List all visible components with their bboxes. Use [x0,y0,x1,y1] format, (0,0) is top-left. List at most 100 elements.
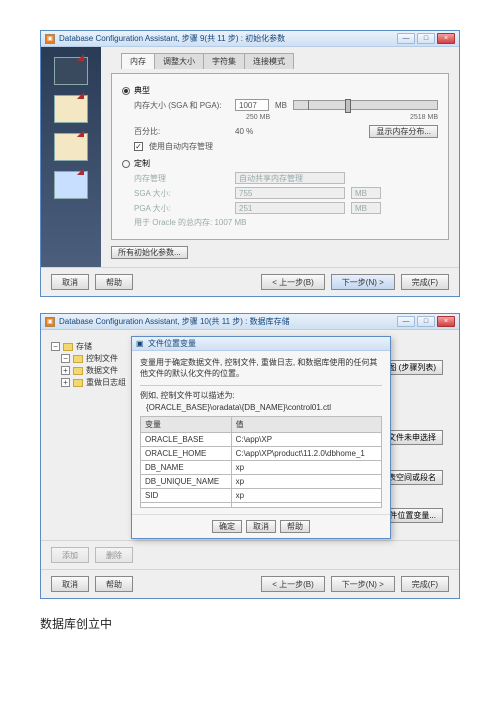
tree-label: 重做日志组 [86,377,126,388]
dbca-window-step9: ▣ Database Configuration Assistant, 步骤 9… [40,30,460,297]
tree-label: 控制文件 [86,353,118,364]
table-row: DB_UNIQUE_NAMExp [141,475,382,489]
var-name: ORACLE_BASE [141,433,232,447]
back-button[interactable]: < 上一步(B) [261,274,325,290]
expand-icon[interactable]: − [51,342,60,351]
dialog-title: 文件位置变量 [148,338,196,349]
delete-button: 删除 [95,547,133,563]
help-button[interactable]: 帮助 [95,274,133,290]
tab-memory[interactable]: 内存 [121,53,155,69]
table-row: SIDxp [141,489,382,503]
table-row: ORACLE_HOMEC:\app\XP\product\11.2.0\dbho… [141,447,382,461]
dialog-titlebar[interactable]: ▣ 文件位置变量 [132,337,390,351]
expand-icon[interactable]: + [61,366,70,375]
titlebar[interactable]: ▣ Database Configuration Assistant, 步骤 9… [41,31,459,47]
example-group: 例如, 控制文件可以描述为: {ORACLE_BASE}\oradata\{DB… [140,385,382,508]
radio-custom-row[interactable]: 定制 [122,158,438,169]
maximize-button[interactable]: □ [417,33,435,44]
file-location-vars-dialog: ▣ 文件位置变量 变量用于确定数据文件, 控制文件, 重做日志, 和数据库使用的… [131,336,391,539]
var-value: C:\app\XP\product\11.2.0\dbhome_1 [231,447,381,461]
th-variable: 变量 [141,417,232,433]
window-title: Database Configuration Assistant, 步骤 9(共… [59,33,397,44]
folder-icon [63,343,73,351]
minimize-button[interactable]: — [397,33,415,44]
memory-size-row: 内存大小 (SGA 和 PGA): 1007 MB [134,99,438,111]
var-value: xp [231,475,381,489]
tree-controlfiles[interactable]: − 控制文件 [61,353,126,364]
memory-size-input[interactable]: 1007 [235,99,269,111]
app-icon: ▣ [45,34,55,44]
tree-redologs[interactable]: + 重做日志组 [61,377,126,388]
maximize-button[interactable]: □ [417,316,435,327]
finish-button[interactable]: 完成(F) [401,576,449,592]
cancel-button[interactable]: 取消 [51,274,89,290]
example-heading: 例如, 控制文件可以描述为: [140,390,382,401]
memory-size-unit: MB [275,101,287,110]
help-button[interactable]: 帮助 [280,520,310,533]
slider-scale: 250 MB 2518 MB [246,114,438,121]
folder-icon [73,355,83,363]
below-panel-row: 所有初始化参数... [111,246,449,259]
percent-row: 百分比: 40 % 显示内存分布... [134,125,438,138]
tree-root[interactable]: − 存储 [51,341,126,352]
client-area: 内存 调整大小 字符集 连接模式 典型 内存大小 (SGA 和 PGA): 10… [41,47,459,267]
auto-mgmt-checkbox[interactable] [134,142,143,151]
expand-icon[interactable]: − [61,354,70,363]
next-button[interactable]: 下一步(N) > [331,274,395,290]
next-button[interactable]: 下一步(N) > [331,576,395,592]
main-panel: 内存 调整大小 字符集 连接模式 典型 内存大小 (SGA 和 PGA): 10… [101,47,459,267]
dialog-description: 变量用于确定数据文件, 控制文件, 重做日志, 和数据库使用的任何其他文件的默认… [140,357,382,379]
close-button[interactable]: × [437,316,455,327]
app-icon: ▣ [45,317,55,327]
radio-typical-label: 典型 [134,85,150,96]
slider-knob[interactable] [345,99,351,113]
tree-label: 数据文件 [86,365,118,376]
panel-buttons: 添加 删除 [41,540,459,569]
add-button: 添加 [51,547,89,563]
table-header-row: 变量 值 [141,417,382,433]
var-name: DB_UNIQUE_NAME [141,475,232,489]
sga-label: SGA 大小: [134,188,229,199]
pga-row: PGA 大小: 251 MB [134,202,438,214]
cancel-button[interactable]: 取消 [246,520,276,533]
var-name: DB_NAME [141,461,232,475]
titlebar[interactable]: ▣ Database Configuration Assistant, 步骤 1… [41,314,459,330]
var-value [231,503,381,508]
ok-button[interactable]: 确定 [212,520,242,533]
tabs: 内存 调整大小 字符集 连接模式 [121,53,449,69]
sga-unit: MB [351,187,381,199]
minimize-button[interactable]: — [397,316,415,327]
tab-charset[interactable]: 字符集 [203,53,245,69]
cancel-button[interactable]: 取消 [51,576,89,592]
sga-row: SGA 大小: 755 MB [134,187,438,199]
radio-typical-row[interactable]: 典型 [122,85,438,96]
window-title: Database Configuration Assistant, 步骤 10(… [59,316,397,327]
dbca-window-step10: ▣ Database Configuration Assistant, 步骤 1… [40,313,460,599]
percent-value: 40 % [235,127,253,136]
back-button[interactable]: < 上一步(B) [261,576,325,592]
percent-label: 百分比: [134,126,229,137]
memory-slider[interactable] [293,100,438,110]
tab-connmode[interactable]: 连接模式 [244,53,294,69]
dialog-footer: 确定 取消 帮助 [132,514,390,538]
wizard-footer: 取消 帮助 < 上一步(B) 下一步(N) > 完成(F) [41,569,459,598]
total-mem-label: 用于 Oracle 的总内存: 1007 MB [134,217,246,228]
all-init-params-button[interactable]: 所有初始化参数... [111,246,188,259]
tree-root-label: 存储 [76,341,92,352]
show-memory-dist-button[interactable]: 显示内存分布... [369,125,438,138]
expand-icon[interactable]: + [61,378,70,387]
tree-datafiles[interactable]: + 数据文件 [61,365,126,376]
sidebar-icon-files [54,95,88,123]
radio-custom[interactable] [122,160,130,168]
tab-sizing[interactable]: 调整大小 [154,53,204,69]
sidebar-icon-memory [54,57,88,85]
radio-typical[interactable] [122,87,130,95]
storage-tree[interactable]: − 存储 − 控制文件 + 数据文件 + 重做日志组 [51,340,126,389]
close-button[interactable]: × [437,33,455,44]
help-button[interactable]: 帮助 [95,576,133,592]
page-caption: 数据库创立中 [40,615,460,632]
vars-table: 变量 值 ORACLE_BASEC:\app\XP ORACLE_HOMEC:\… [140,416,382,508]
finish-button[interactable]: 完成(F) [401,274,449,290]
memory-size-label: 内存大小 (SGA 和 PGA): [134,100,229,111]
auto-mgmt-row[interactable]: 使用自动内存管理 [134,141,438,152]
